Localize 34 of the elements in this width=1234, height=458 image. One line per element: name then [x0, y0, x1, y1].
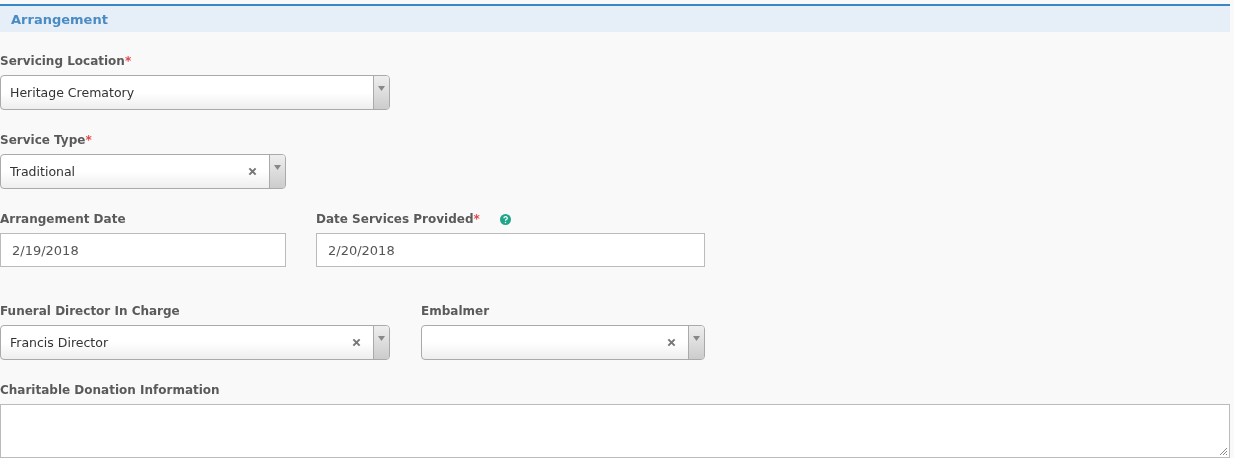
dropdown-arrow-button[interactable] — [373, 326, 389, 359]
clear-icon[interactable] — [248, 167, 257, 176]
select-field[interactable] — [421, 325, 705, 360]
date-field[interactable]: 2/20/2018 — [316, 233, 705, 267]
text-area[interactable] — [0, 404, 1230, 458]
select-field[interactable]: Francis Director — [0, 325, 390, 360]
section-title: Arrangement — [11, 11, 108, 27]
required-mark: * — [124, 54, 132, 68]
resize-grip-icon[interactable] — [1219, 447, 1228, 456]
help-icon[interactable] — [499, 213, 511, 225]
field-label: Arrangement Date — [0, 212, 126, 226]
select-field[interactable]: Traditional — [0, 154, 286, 189]
required-mark: * — [85, 133, 92, 147]
dropdown-arrow-button[interactable] — [269, 155, 285, 188]
caret-icon — [693, 336, 700, 341]
field-label: Servicing Location — [0, 54, 125, 68]
caret-icon — [378, 86, 385, 91]
dropdown-arrow-button[interactable] — [373, 76, 389, 109]
required-mark: * — [473, 212, 480, 226]
date-field[interactable]: 2/19/2018 — [0, 233, 286, 267]
field-label: Embalmer — [421, 304, 490, 318]
field-label: Funeral Director In Charge — [0, 304, 180, 318]
select-value: Heritage Crematory — [9, 84, 136, 102]
caret-icon — [378, 336, 385, 341]
field-label: Date Services Provided — [316, 212, 474, 226]
caret-icon — [274, 165, 281, 170]
field-label: Charitable Donation Information — [0, 383, 220, 397]
select-value: Francis Director — [9, 334, 110, 352]
select-value: Traditional — [9, 163, 77, 181]
clear-icon[interactable] — [352, 338, 361, 347]
clear-icon[interactable] — [667, 338, 676, 347]
select-field[interactable]: Heritage Crematory — [0, 75, 390, 110]
field-label: Service Type — [0, 133, 86, 147]
dropdown-arrow-button[interactable] — [688, 326, 704, 359]
